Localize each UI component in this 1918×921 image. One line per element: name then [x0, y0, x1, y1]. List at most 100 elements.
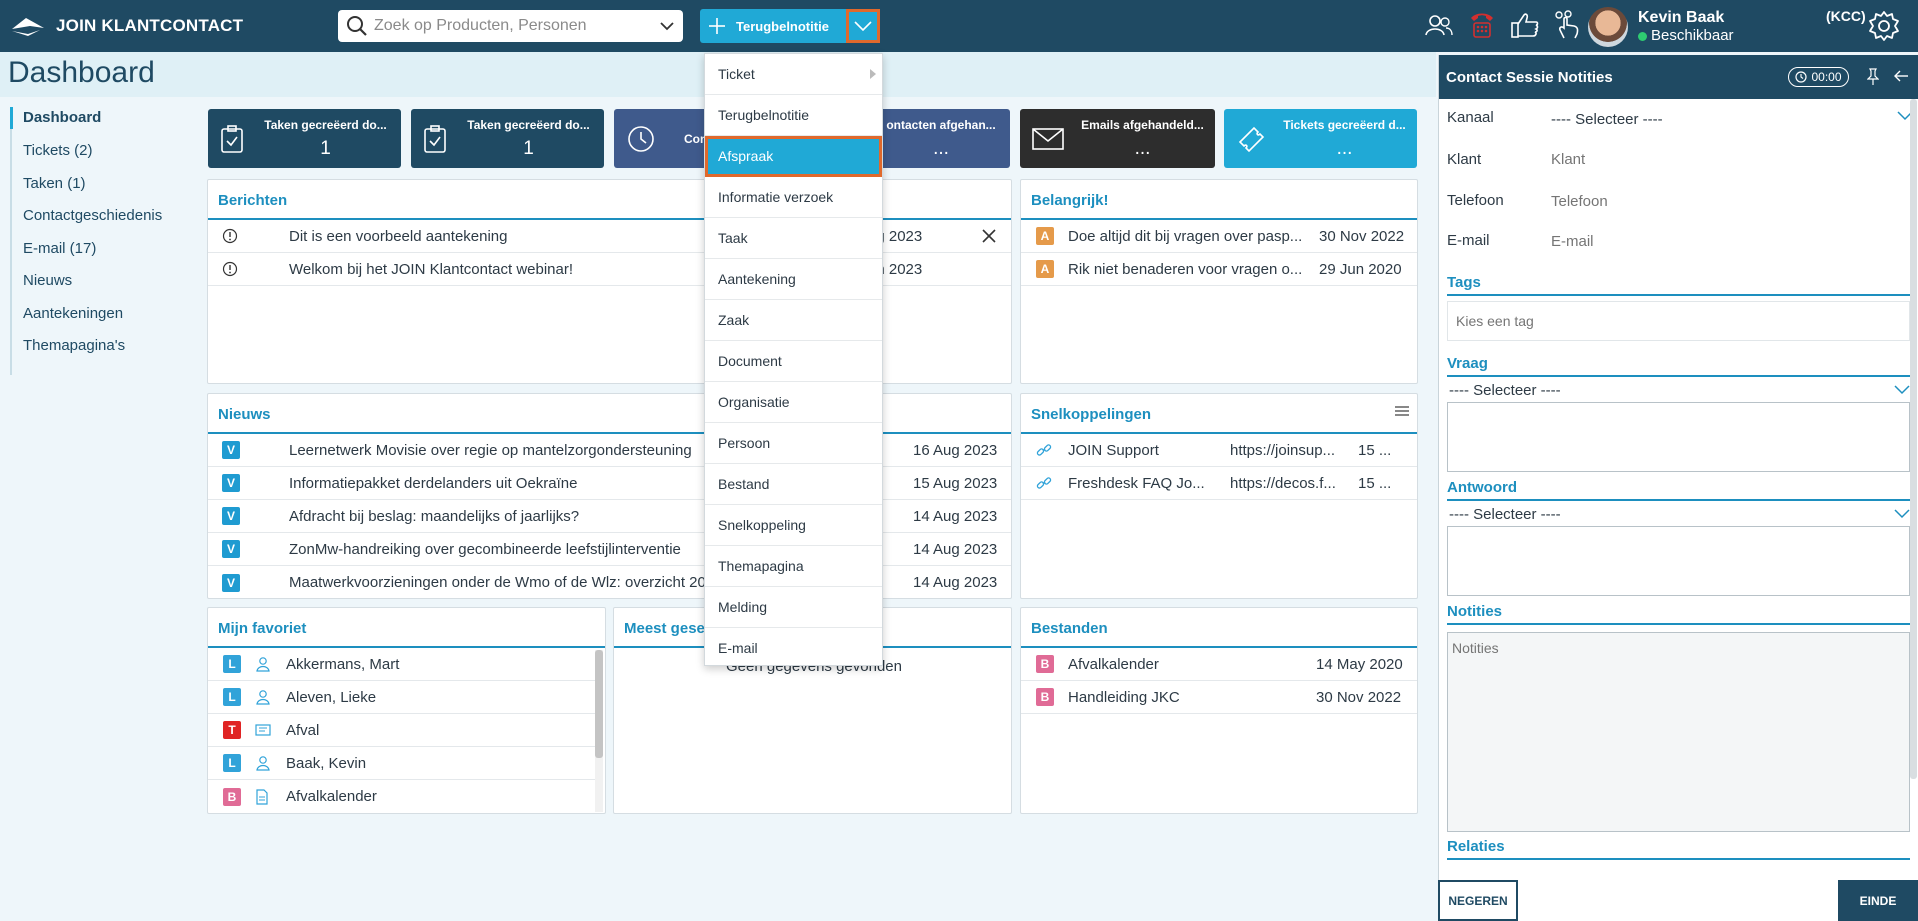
kpi-tile[interactable]: Taken gecreëerd do... 1 [208, 109, 401, 168]
phone-icon[interactable] [1468, 10, 1496, 40]
menu-item-afspraak[interactable]: Afspraak [705, 136, 882, 177]
favoriet-panel: Mijn favoriet L Akkermans, Mart L Aleven… [207, 607, 606, 814]
sidebar-item-contactgeschiedenis[interactable]: Contactgeschiedenis [10, 205, 162, 227]
relaties-section-title: Relaties [1447, 838, 1910, 860]
list-item[interactable]: L Akkermans, Mart [208, 648, 596, 681]
list-item[interactable]: A Rik niet benaderen voor vragen o... 29… [1021, 253, 1417, 286]
list-item[interactable]: A Doe altijd dit bij vragen over pasp...… [1021, 220, 1417, 253]
menu-item-persoon[interactable]: Persoon [705, 423, 882, 464]
search-box[interactable] [338, 10, 683, 42]
kpi-tile[interactable]: Tickets gecreëerd d...... [1224, 109, 1417, 168]
sidebar-item-aantekeningen[interactable]: Aantekeningen [10, 303, 123, 325]
menu-item-terugbelnotitie[interactable]: Terugbelnotitie [705, 95, 882, 136]
menu-item-aantekening[interactable]: Aantekening [705, 259, 882, 300]
link-url[interactable]: https://joinsup... [1230, 442, 1340, 459]
close-icon[interactable] [981, 228, 997, 244]
kpi-tile[interactable]: Emails afgehandeld...... [1020, 109, 1215, 168]
search-icon [346, 15, 368, 37]
list-item[interactable]: B Afvalkalender 14 May 2020 [1021, 648, 1417, 681]
sidebar-item-themapaginas[interactable]: Themapagina's [10, 335, 125, 357]
menu-item-email[interactable]: E-mail [705, 628, 882, 669]
person-icon [255, 656, 271, 672]
list-item[interactable]: T Afval [208, 714, 596, 747]
kpi-tile[interactable]: Taken gecreëerd do... 1 [411, 109, 604, 168]
list-item[interactable]: JOIN Support https://joinsup... 15 ... [1021, 434, 1417, 467]
vraag-textarea[interactable] [1447, 402, 1910, 472]
item-text: Doe altijd dit bij vragen over pasp... [1068, 227, 1303, 245]
menu-item-bestand[interactable]: Bestand [705, 464, 882, 505]
sidebar-item-email[interactable]: E-mail (17) [10, 238, 96, 260]
new-item-dropdown-menu: Ticket Terugbelnotitie Afspraak Informat… [704, 53, 883, 666]
klant-input[interactable] [1551, 151, 1901, 168]
kpi-label: Tickets gecreëerd d... [1283, 117, 1406, 132]
list-item[interactable]: Dit is een voorbeeld aantekening ug 2023 [208, 220, 1011, 253]
message-text: Welkom bij het JOIN Klantcontact webinar… [289, 260, 574, 278]
menu-item-melding[interactable]: Melding [705, 587, 882, 628]
list-item[interactable]: V Maatwerkvoorzieningen onder de Wmo of … [208, 566, 1011, 599]
list-item[interactable]: V Leernetwerk Movisie over regie op mant… [208, 434, 1011, 467]
list-item[interactable]: L Baak, Kevin [208, 747, 596, 780]
logo-icon [10, 15, 46, 37]
list-item[interactable]: V Informatiepakket derdelanders uit Oekr… [208, 467, 1011, 500]
news-date: 14 Aug 2023 [913, 574, 998, 591]
list-item[interactable]: Welkom bij het JOIN Klantcontact webinar… [208, 253, 1011, 286]
id-card-icon [255, 723, 271, 737]
top-actions [1424, 10, 1582, 40]
email-input[interactable] [1551, 233, 1901, 250]
page-title: Dashboard [8, 56, 155, 89]
list-item[interactable]: V Afdracht bij beslag: maandelijks of ja… [208, 500, 1011, 533]
list-item[interactable]: V ZonMw-handreiking over gecombineerde l… [208, 533, 1011, 566]
user-name: Kevin Baak [1638, 9, 1725, 26]
telefoon-input[interactable] [1551, 193, 1901, 210]
sidebar-item-dashboard[interactable]: Dashboard [10, 107, 101, 129]
einde-button[interactable]: EINDE [1838, 880, 1918, 921]
app-logo[interactable]: JOIN KLANTCONTACT [10, 13, 243, 39]
chevron-down-icon[interactable] [659, 21, 675, 31]
search-input[interactable] [374, 17, 653, 35]
menu-item-snelkoppeling[interactable]: Snelkoppeling [705, 505, 882, 546]
bestanden-panel: Bestanden B Afvalkalender 14 May 2020 B … [1020, 607, 1418, 814]
gear-icon[interactable] [1868, 10, 1900, 42]
sidebar-item-nieuws[interactable]: Nieuws [10, 270, 72, 292]
list-item[interactable]: B Handleiding JKC 30 Nov 2022 [1021, 681, 1417, 714]
kpi-value: ... [1336, 137, 1353, 159]
menu-item-document[interactable]: Document [705, 341, 882, 382]
hand-pointer-icon[interactable] [1554, 10, 1582, 40]
thumbs-up-icon[interactable] [1510, 11, 1540, 39]
scrollbar-thumb[interactable] [595, 650, 603, 758]
menu-item-zaak[interactable]: Zaak [705, 300, 882, 341]
list-item[interactable]: B Afvalkalender [208, 780, 596, 813]
notities-textarea[interactable] [1447, 632, 1910, 832]
list-item[interactable]: Freshdesk FAQ Jo... https://decos.f... 1… [1021, 467, 1417, 500]
tags-input[interactable] [1447, 301, 1910, 341]
session-panel-scrollbar[interactable] [1910, 99, 1917, 779]
arrow-left-icon[interactable] [1893, 69, 1909, 83]
negeren-button[interactable]: NEGEREN [1438, 880, 1518, 921]
antwoord-textarea[interactable] [1447, 526, 1910, 596]
menu-item-ticket[interactable]: Ticket [705, 54, 882, 95]
menu-item-taak[interactable]: Taak [705, 218, 882, 259]
new-item-dropdown-toggle[interactable] [846, 9, 880, 43]
pin-icon[interactable] [1867, 68, 1879, 86]
news-date: 16 Aug 2023 [913, 441, 998, 459]
type-badge: L [223, 754, 241, 772]
favorite-name: Baak, Kevin [286, 754, 367, 772]
sidebar-item-taken[interactable]: Taken (1) [10, 173, 86, 195]
users-icon[interactable] [1424, 13, 1454, 37]
menu-icon[interactable] [1395, 406, 1409, 416]
kanaal-select[interactable]: ---- Selecteer ---- [1551, 111, 1913, 128]
item-date: 29 Jun 2020 [1319, 260, 1402, 278]
menu-item-informatie-verzoek[interactable]: Informatie verzoek [705, 177, 882, 218]
antwoord-select[interactable]: ---- Selecteer ---- [1447, 503, 1910, 525]
vraag-select[interactable]: ---- Selecteer ---- [1447, 379, 1910, 401]
document-icon [255, 788, 269, 805]
menu-item-themapagina[interactable]: Themapagina [705, 546, 882, 587]
sidebar-item-tickets[interactable]: Tickets (2) [10, 140, 92, 162]
favorite-name: Aleven, Lieke [286, 688, 377, 706]
link-url[interactable]: https://decos.f... [1230, 475, 1340, 492]
list-item[interactable]: L Aleven, Lieke [208, 681, 596, 714]
scrollbar-track[interactable] [595, 650, 603, 812]
menu-item-organisatie[interactable]: Organisatie [705, 382, 882, 423]
new-terugbelnotitie-button[interactable]: Terugbelnotitie [700, 9, 846, 43]
kanaal-label: Kanaal [1447, 109, 1494, 126]
